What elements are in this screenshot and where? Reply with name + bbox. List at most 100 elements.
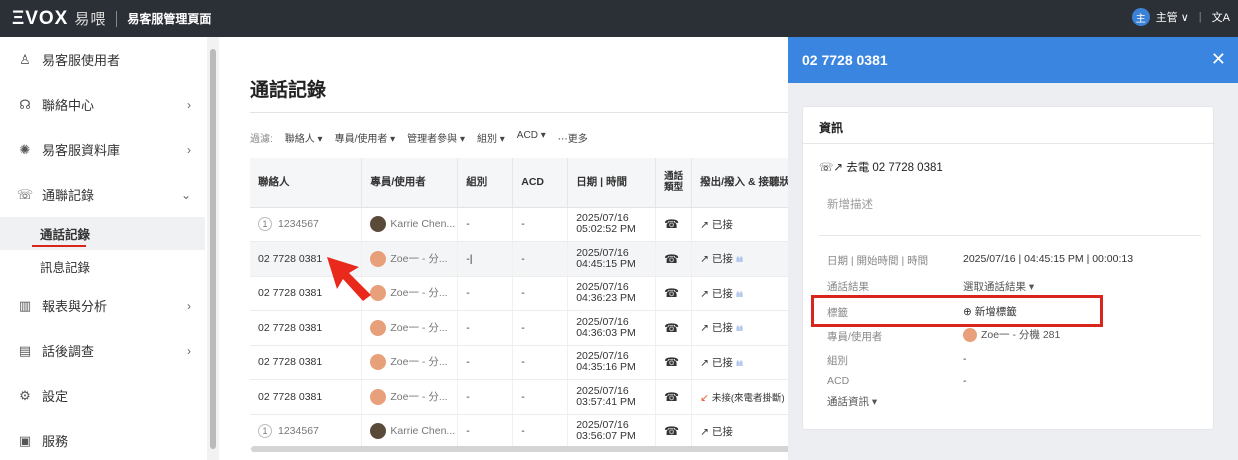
column-header[interactable]: ACD [512, 158, 569, 208]
sidebar-item-reports[interactable]: ▥ 報表與分析 › [0, 283, 205, 328]
call-type-cell: ☎ [655, 414, 693, 449]
outgoing-call-icon: ↗ [700, 425, 712, 438]
sidebar-item-survey[interactable]: ▤ 話後調查 › [0, 328, 205, 373]
add-tag-button[interactable]: ⊕ 新增標籤 [963, 304, 1017, 319]
language-icon[interactable]: 文A [1212, 9, 1230, 25]
datetime-cell: 2025/07/16 04:35:16 PM [567, 345, 657, 380]
call-direction: ☏↗ 去電 02 7728 0381 [819, 159, 943, 175]
field-label: 標籤 [827, 307, 848, 319]
filter-manager[interactable]: 管理者參與 ▾ [407, 130, 465, 145]
table-row[interactable]: 1 1234567 Karrie Chen... - -2025/07/16 05:02:… [250, 207, 810, 242]
column-header[interactable]: 日期 | 時間 [567, 158, 657, 208]
contact-cell[interactable]: 02 7728 0381 [250, 345, 363, 380]
sidebar-scrollbar[interactable] [207, 37, 219, 460]
add-tag-label: 新增標籤 [974, 306, 1017, 318]
filter-agent[interactable]: 專員/使用者 ▾ [335, 130, 396, 145]
logo-cn: 易喂 [74, 11, 107, 28]
filter-bar: 過濾: 聯絡人 ▾ 專員/使用者 ▾ 管理者參與 ▾ 組別 ▾ ACD ▾ ⋯更… [250, 130, 588, 145]
sidebar: ♙ 易客服使用者 ☊ 聯絡中心 › ✺ 易客服資料庫 › ☏ 通聯記錄 ⌄ 通話… [0, 37, 205, 460]
contact-cell[interactable]: 1 1234567 [250, 207, 363, 242]
filter-contact[interactable]: 聯絡人 ▾ [285, 130, 323, 145]
description-input[interactable]: 新增描述 [827, 196, 873, 212]
sidebar-item-settings[interactable]: ⚙ 設定 [0, 373, 205, 418]
agent-cell: Zoe一 - 分... [361, 310, 459, 346]
acd-cell: - [512, 414, 569, 449]
datetime-cell: 2025/07/16 04:45:15 PM [567, 241, 657, 277]
contact-cell[interactable]: 02 7728 0381 [250, 310, 363, 346]
chart-icon: ▥ [18, 297, 32, 313]
call-result-dropdown[interactable]: 選取通話結果 ▾ [963, 279, 1034, 294]
sidebar-item-label: 服務 [42, 434, 69, 449]
table-row[interactable]: 02 7728 0381 Zoe一 - 分... - -2025/07/16 03:57… [250, 379, 810, 415]
sidebar-subitem-message-records[interactable]: 訊息記錄 [0, 250, 205, 283]
avatar [370, 388, 387, 405]
logo-divider [116, 10, 118, 27]
agent-name: Zoe一 - 分... [390, 287, 448, 300]
sidebar-item-service[interactable]: ▣ 服務 [0, 418, 205, 460]
call-status: 已接 [711, 253, 733, 266]
contact-name: 02 7728 0381 [258, 252, 323, 265]
group-cell: - [457, 207, 514, 242]
evox-logo[interactable]: ΞVOX 易喂 [12, 8, 106, 30]
recording-waveform-icon[interactable]: ılıılı [736, 324, 744, 333]
table-row[interactable]: 02 7728 0381 Zoe一 - 分... - -2025/07/16 04:36… [250, 310, 810, 346]
column-header[interactable]: 通話類型 [655, 158, 693, 208]
table-row[interactable]: 1 1234567 Karrie Chen... - -2025/07/16 03:56:… [250, 414, 810, 449]
time: 03:57:41 PM [576, 395, 636, 408]
time: 03:56:07 PM [576, 430, 636, 443]
filter-group[interactable]: 組別 ▾ [477, 130, 505, 145]
agent-value: Zoe一 - 分機 281 [963, 327, 1060, 343]
sidebar-item-contact-center[interactable]: ☊ 聯絡中心 › [0, 82, 205, 127]
acd-cell: - [512, 207, 569, 242]
call-info-toggle[interactable]: 通話資訊 ▾ [827, 394, 877, 409]
column-header[interactable]: 組別 [457, 158, 514, 208]
table-horizontal-scrollbar[interactable] [251, 446, 791, 452]
sidebar-item-label: 易客服使用者 [42, 53, 121, 68]
page-title: 通話記錄 [250, 80, 327, 101]
logo-text: ΞVOX [12, 7, 69, 29]
telephone-icon: ☎ [664, 286, 680, 301]
column-header[interactable]: 聯絡人 [250, 158, 363, 208]
contact-name: 1234567 [278, 425, 319, 438]
call-type-cell: ☎ [655, 379, 693, 415]
call-status: 已接 [711, 218, 733, 231]
close-icon[interactable]: ✕ [1211, 49, 1226, 70]
call-log-icon: ☏ [16, 186, 34, 202]
acd-cell: - [512, 241, 569, 277]
recording-waveform-icon[interactable]: ılıılı [736, 359, 744, 368]
acd-value: - [963, 375, 967, 387]
outgoing-call-icon: ↗ [700, 322, 712, 335]
sidebar-subitem-call-records[interactable]: 通話記錄 [0, 217, 205, 250]
sidebar-item-users[interactable]: ♙ 易客服使用者 [0, 37, 205, 82]
contact-cell[interactable]: 02 7728 0381 [250, 379, 363, 415]
datetime-cell: 2025/07/16 04:36:03 PM [567, 310, 657, 346]
contact-name: 02 7728 0381 [258, 356, 323, 369]
column-header[interactable]: 專員/使用者 [361, 158, 459, 208]
user-menu[interactable]: 主 主管 ∨ | 文A [1131, 8, 1230, 26]
acd-cell: - [512, 379, 569, 415]
service-icon: ▣ [18, 432, 32, 448]
recording-waveform-icon[interactable]: ılıılı [736, 255, 744, 264]
outgoing-call-icon: ↗ [700, 356, 712, 369]
call-type-cell: ☎ [655, 310, 693, 346]
call-type-cell: ☎ [655, 276, 693, 311]
contact-cell[interactable]: 1 1234567 [250, 414, 363, 449]
time: 04:45:15 PM [576, 257, 636, 270]
datetime-cell: 2025/07/16 04:36:23 PM [567, 276, 657, 311]
filter-acd[interactable]: ACD ▾ [517, 130, 546, 145]
user-role-dropdown[interactable]: 主管 ∨ [1156, 9, 1189, 25]
field-label: ACD [827, 375, 850, 387]
outgoing-call-icon: ↗ [700, 287, 712, 300]
sidebar-item-label: 設定 [42, 389, 69, 404]
user-avatar[interactable]: 主 [1131, 8, 1150, 26]
recording-waveform-icon[interactable]: ılıılı [736, 290, 744, 299]
filter-more[interactable]: ⋯更多 [558, 130, 588, 145]
table-row[interactable]: 02 7728 0381 Zoe一 - 分... - -2025/07/16 04:35… [250, 345, 810, 380]
sidebar-item-call-log[interactable]: ☏ 通聯記錄 ⌄ [0, 172, 205, 217]
title-divider [250, 112, 810, 113]
divider: | [1198, 11, 1202, 23]
scrollbar-thumb[interactable] [210, 49, 216, 449]
call-status: 未接(來電者掛斷) [711, 392, 785, 404]
sidebar-item-database[interactable]: ✺ 易客服資料庫 › [0, 127, 205, 172]
headset-icon: ☊ [19, 96, 31, 112]
